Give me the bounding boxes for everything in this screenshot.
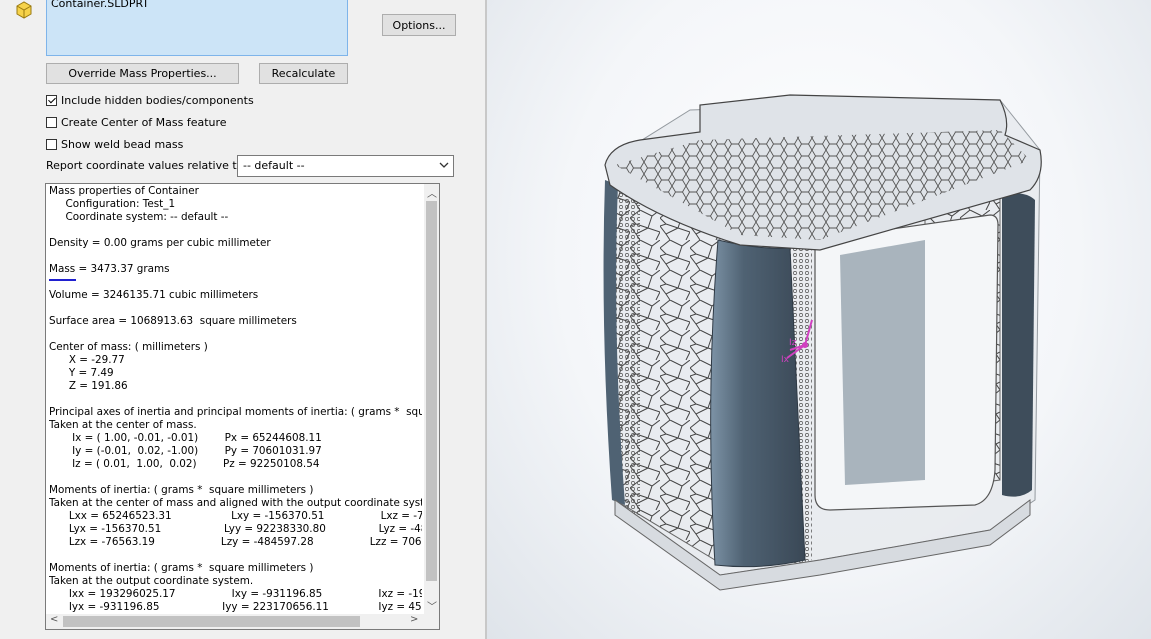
create-center-of-mass-checkbox[interactable]: Create Center of Mass feature [46, 114, 227, 130]
results-text: Mass properties of Container Configurati… [49, 185, 422, 614]
results-line: Lxx = 65246523.31 Lxy = -156370.51 Lxz =… [68, 510, 422, 522]
scroll-left-icon[interactable]: < [50, 614, 58, 625]
mass-properties-panel: Container.SLDPRT Options... Override Mas… [0, 0, 485, 639]
part-document-icon [16, 1, 32, 19]
vertical-scroll-thumb[interactable] [426, 201, 437, 581]
interior-back-wall [840, 240, 925, 485]
graphics-viewport[interactable]: Iz Ix [487, 0, 1151, 639]
checkbox-box[interactable] [46, 116, 57, 128]
vertical-scrollbar[interactable]: ︿ ﹀ [424, 184, 439, 614]
results-line: Taken at the center of mass and aligned … [49, 497, 422, 509]
results-line: Lzx = -76563.19 Lzy = -484597.28 Lzz = 7… [68, 536, 422, 548]
results-line: Iz = ( 0.01, 1.00, 0.02) Pz = 92250108.5… [49, 458, 320, 470]
checkbox-box[interactable] [46, 138, 57, 150]
recalculate-button[interactable]: Recalculate [259, 63, 348, 84]
mass-underline [49, 279, 76, 281]
results-line: Moments of inertia: ( grams * square mil… [49, 562, 314, 574]
shell-panel-right [1002, 193, 1035, 497]
results-line: Lyx = -156370.51 Lyy = 92238330.80 Lyz =… [68, 523, 422, 535]
results-line: Mass properties of Container [49, 185, 199, 197]
checkbox-label: Create Center of Mass feature [61, 115, 227, 129]
horizontal-scrollbar[interactable]: < > [46, 614, 439, 629]
results-line: Ix = ( 1.00, -0.01, -0.01) Px = 65244608… [49, 432, 322, 444]
triad-label-ix: Ix [781, 355, 790, 365]
report-coordinate-label: Report coordinate values relative to: [46, 159, 248, 172]
results-line [49, 302, 422, 315]
include-hidden-bodies-checkbox[interactable]: Include hidden bodies/components [46, 92, 254, 108]
results-line [49, 328, 422, 341]
results-line: Z = 191.86 [49, 380, 128, 392]
results-line: Mass = 3473.37 grams [49, 263, 170, 275]
results-line: Moments of inertia: ( grams * square mil… [49, 484, 314, 496]
results-line: Center of mass: ( millimeters ) [49, 341, 208, 353]
results-line: Y = 7.49 [49, 367, 114, 379]
results-line: Taken at the output coordinate system. [49, 575, 254, 587]
checkbox-label: Include hidden bodies/components [61, 93, 254, 107]
results-line: Principal axes of inertia and principal … [49, 406, 422, 418]
results-line [49, 471, 422, 484]
scroll-up-icon[interactable]: ︿ [427, 185, 437, 200]
mass-properties-results[interactable]: Mass properties of Container Configurati… [45, 183, 440, 630]
checkbox-label: Show weld bead mass [61, 137, 184, 151]
options-button[interactable]: Options... [382, 14, 456, 36]
scroll-right-icon[interactable]: > [410, 614, 418, 625]
results-line: Density = 0.00 grams per cubic millimete… [49, 237, 271, 249]
horizontal-scroll-thumb[interactable] [63, 616, 360, 627]
scroll-down-icon[interactable]: ﹀ [427, 598, 437, 613]
results-line: Configuration: Test_1 [49, 198, 176, 210]
selected-items-box[interactable]: Container.SLDPRT [46, 0, 348, 56]
report-coordinate-value: -- default -- [243, 159, 305, 172]
results-line [49, 250, 422, 263]
results-line: Ixx = 193296025.17 Ixy = -931196.85 Ixz … [49, 588, 422, 600]
show-weld-bead-mass-checkbox[interactable]: Show weld bead mass [46, 136, 183, 152]
triad-label-iz: Iz [789, 338, 797, 348]
results-line: Coordinate system: -- default -- [49, 211, 229, 223]
checkbox-box[interactable] [46, 94, 57, 106]
results-line: Taken at the center of mass. [49, 419, 197, 431]
results-line: X = -29.77 [49, 354, 125, 366]
container-model[interactable]: Iz Ix [487, 0, 1151, 639]
results-line: Surface area = 1068913.63 square millime… [49, 315, 297, 327]
selected-item[interactable]: Container.SLDPRT [51, 0, 149, 10]
override-mass-properties-button[interactable]: Override Mass Properties... [46, 63, 239, 84]
results-line [49, 393, 422, 406]
results-line: Iy = (-0.01, 0.02, -1.00) Py = 70601031.… [49, 445, 322, 457]
results-line [49, 549, 422, 562]
results-line [49, 276, 422, 289]
report-coordinate-select[interactable]: -- default -- [237, 155, 454, 177]
chevron-down-icon[interactable] [439, 159, 449, 171]
results-line [49, 224, 422, 237]
results-line: Volume = 3246135.71 cubic millimeters [49, 289, 259, 301]
shell-panel-front [710, 239, 806, 568]
results-line: Iyx = -931196.85 Iyy = 223170656.11 Iyz … [49, 601, 422, 613]
